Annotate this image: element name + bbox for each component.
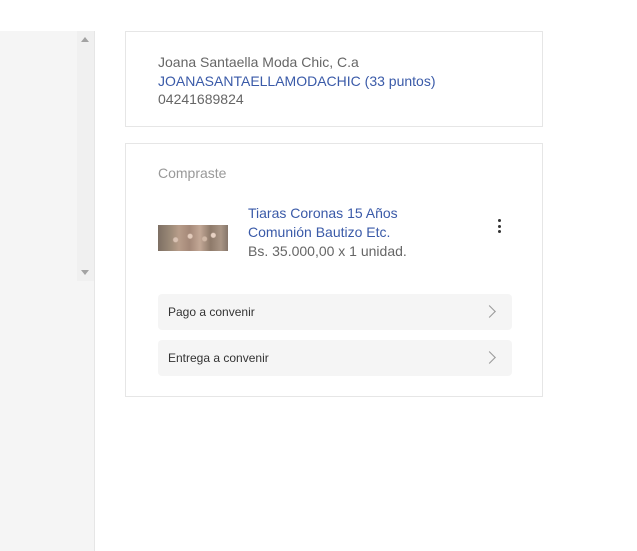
product-info: Tiaras Coronas 15 Años Comunión Bautizo … xyxy=(248,204,448,261)
sidebar-scrollbar[interactable] xyxy=(77,31,94,281)
payment-row-button[interactable]: Pago a convenir xyxy=(158,294,512,330)
page: Joana Santaella Moda Chic, C.a JOANASANT… xyxy=(0,0,637,551)
scroll-down-arrow-icon[interactable] xyxy=(81,270,89,275)
product-title-line-1[interactable]: Tiaras Coronas 15 Años xyxy=(248,204,448,223)
product-thumbnail[interactable] xyxy=(158,225,228,251)
seller-phone: 04241689824 xyxy=(158,91,244,107)
seller-card: Joana Santaella Moda Chic, C.a JOANASANT… xyxy=(125,31,543,127)
payment-row-label: Pago a convenir xyxy=(168,305,255,319)
purchase-card: Compraste Tiaras Coronas 15 Años Comunió… xyxy=(125,143,543,397)
product-price-quantity: Bs. 35.000,00 x 1 unidad. xyxy=(248,243,407,259)
more-options-icon[interactable] xyxy=(498,219,502,235)
chevron-right-icon xyxy=(483,305,496,318)
purchase-section-title: Compraste xyxy=(158,165,227,181)
seller-name: Joana Santaella Moda Chic, C.a xyxy=(158,54,359,70)
chevron-right-icon xyxy=(483,351,496,364)
seller-nickname-link[interactable]: JOANASANTAELLAMODACHIC (33 puntos) xyxy=(158,72,510,91)
scroll-up-arrow-icon[interactable] xyxy=(81,37,89,42)
delivery-row-label: Entrega a convenir xyxy=(168,351,269,365)
product-title-line-2[interactable]: Comunión Bautizo Etc. xyxy=(248,223,448,242)
delivery-row-button[interactable]: Entrega a convenir xyxy=(158,340,512,376)
